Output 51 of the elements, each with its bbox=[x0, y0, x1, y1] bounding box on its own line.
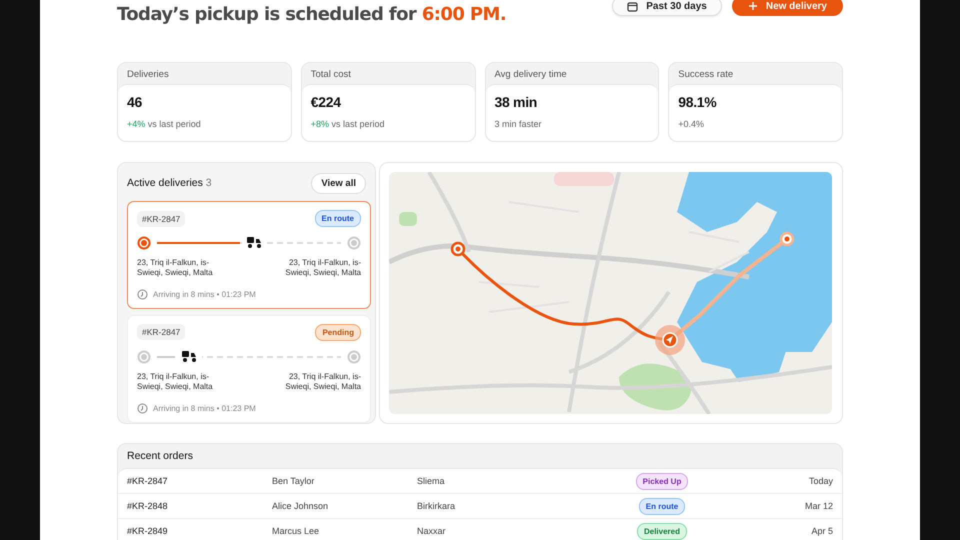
destination-marker-icon bbox=[347, 350, 361, 364]
stat-label: Avg delivery time bbox=[494, 68, 568, 82]
stat-label: Success rate bbox=[677, 68, 734, 82]
status-badge: En route bbox=[638, 498, 686, 514]
pickup-address: 23, Triq il-Falkun, is-Swieqi, Swieqi, Malta bbox=[137, 258, 214, 279]
calendar-icon bbox=[627, 0, 638, 12]
dropoff-address: 23, Triq il-Falkun, is-Swieqi, Swieqi, Malta bbox=[284, 258, 361, 279]
date-range-button[interactable]: Past 30 days bbox=[612, 0, 722, 16]
order-location: Sliema bbox=[417, 476, 446, 486]
destination-marker-icon bbox=[347, 236, 361, 250]
order-date: Apr 5 bbox=[810, 526, 833, 536]
stat-label: Total cost bbox=[310, 68, 352, 82]
order-date: Today bbox=[808, 476, 833, 486]
stat-trend: +8% vs last period bbox=[310, 119, 386, 129]
section-title: Active deliveries 3 bbox=[127, 177, 212, 189]
pickup-address: 23, Triq il-Falkun, is-Swieqi, Swieqi, Malta bbox=[137, 372, 214, 393]
page-title: Today’s pickup is scheduled for 6:00 PM. bbox=[117, 4, 506, 25]
order-id: #KR-2847 bbox=[137, 210, 186, 226]
order-id: #KR-2849 bbox=[127, 526, 169, 536]
delivery-card[interactable]: #KR-2847 En route 23, Triq il-Falkun, is-Swieqi, Swieqi, Malta 23, Triq il-Falkun, is-Swieqi, Swieqi, Malta Arriving in 8 mins • 01:23 PM bbox=[127, 201, 371, 309]
plus-icon bbox=[748, 1, 758, 11]
customer-name: Marcus Lee bbox=[272, 526, 320, 536]
status-badge: Picked Up bbox=[636, 472, 688, 490]
stat-value: 46 bbox=[127, 94, 143, 110]
stat-trend: +0.4% bbox=[678, 119, 706, 129]
order-id: #KR-2847 bbox=[137, 324, 186, 340]
delivery-card[interactable]: #KR-2847 Pending 23, Triq il-Falkun, is-Swieqi, Swieqi, Malta 23, Triq il-Falkun, is-Swieqi, Swieqi, Malta Arriving in 8 mins • 01:23 PM bbox=[127, 314, 371, 423]
order-location: Birkirkara bbox=[417, 501, 456, 511]
clock-icon bbox=[137, 288, 148, 300]
view-all-button[interactable]: View all bbox=[311, 172, 366, 194]
arrival-estimate: Arriving in 8 mins • 01:23 PM bbox=[153, 290, 256, 299]
order-date: Mar 12 bbox=[804, 501, 833, 511]
clock-icon bbox=[137, 402, 148, 414]
status-badge: Pending bbox=[315, 324, 361, 341]
arrival-estimate: Arriving in 8 mins • 01:23 PM bbox=[153, 404, 256, 413]
dropoff-address: 23, Triq il-Falkun, is-Swieqi, Swieqi, Malta bbox=[284, 372, 361, 393]
stat-trend: +4% vs last period bbox=[127, 119, 202, 129]
status-badge: En route bbox=[314, 210, 361, 227]
order-id: #KR-2848 bbox=[127, 501, 169, 511]
stat-trend: 3 min faster bbox=[494, 119, 543, 129]
customer-name: Alice Johnson bbox=[272, 501, 330, 511]
order-id: #KR-2847 bbox=[127, 476, 169, 486]
stat-value: 98.1% bbox=[678, 94, 718, 110]
new-delivery-button[interactable]: New delivery bbox=[732, 0, 843, 16]
customer-name: Ben Taylor bbox=[272, 476, 316, 486]
section-title: Recent orders bbox=[126, 449, 194, 464]
stat-label: Deliveries bbox=[126, 68, 170, 82]
status-badge: Delivered bbox=[636, 522, 688, 540]
order-location: Naxxar bbox=[417, 526, 447, 536]
stat-value: €224 bbox=[310, 94, 342, 110]
stat-value: 38 min bbox=[494, 94, 538, 110]
